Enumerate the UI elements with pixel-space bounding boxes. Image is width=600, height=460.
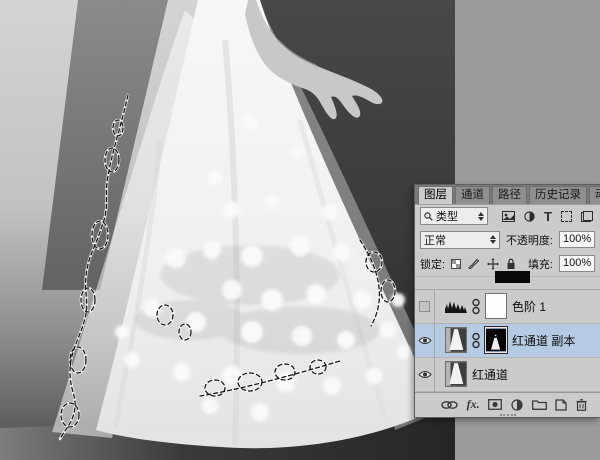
fill-label: 填充: <box>528 256 553 272</box>
search-icon <box>424 212 433 221</box>
photoshop-workspace: 图层 通道 路径 历史记录 动作 类型 <box>0 0 600 460</box>
opacity-input[interactable]: 100% <box>559 231 595 248</box>
lock-pixels-icon[interactable] <box>468 258 480 269</box>
levels-histogram-icon[interactable] <box>445 299 467 313</box>
link-layers-icon[interactable] <box>441 400 458 410</box>
filter-type-layers-icon[interactable]: T <box>544 211 552 222</box>
new-adjustment-layer-icon[interactable] <box>511 399 523 411</box>
select-arrows-icon <box>478 212 484 221</box>
tab-layers[interactable]: 图层 <box>418 186 453 204</box>
filter-pixel-layers-icon[interactable] <box>502 211 515 222</box>
layer-name[interactable]: 红通道 副本 <box>512 332 575 349</box>
opacity-label: 不透明度: <box>506 232 553 248</box>
layer-style-icon[interactable]: fx. <box>467 397 480 412</box>
layer-row-levels[interactable]: 色阶 1 <box>415 290 600 324</box>
delete-layer-icon[interactable] <box>576 399 587 411</box>
blend-mode-value: 正常 <box>424 232 446 248</box>
fill-input[interactable]: 100% <box>559 255 595 272</box>
black-swatch-bar <box>495 271 530 283</box>
filter-smart-objects-icon[interactable] <box>581 211 593 222</box>
new-group-icon[interactable] <box>532 399 547 410</box>
filter-type-label: 类型 <box>436 208 458 224</box>
visibility-off-checkbox-icon <box>419 301 430 312</box>
panel-tab-bar: 图层 通道 路径 历史记录 动作 <box>415 185 600 205</box>
layer-row-red-channel-copy[interactable]: 红通道 副本 <box>415 324 600 358</box>
layer-row-red-channel[interactable]: 红通道 <box>415 358 600 392</box>
visibility-toggle[interactable] <box>415 290 435 323</box>
tab-channels[interactable]: 通道 <box>455 186 490 204</box>
filter-adjustment-layers-icon[interactable] <box>524 211 535 222</box>
panel-resize-grip[interactable] <box>500 414 516 417</box>
add-mask-icon[interactable] <box>488 399 502 410</box>
filter-type-select[interactable]: 类型 <box>420 207 488 225</box>
filter-shape-layers-icon[interactable] <box>561 211 572 222</box>
lock-position-icon[interactable] <box>487 258 499 270</box>
tab-paths[interactable]: 路径 <box>492 186 527 204</box>
layer-mask-thumbnail[interactable] <box>485 327 507 353</box>
layers-panel: 图层 通道 路径 历史记录 动作 类型 <box>414 184 600 418</box>
tab-actions[interactable]: 动作 <box>589 186 600 204</box>
lock-all-icon[interactable] <box>506 258 516 270</box>
visibility-toggle[interactable] <box>415 324 435 357</box>
select-arrows-icon <box>490 235 496 244</box>
mask-link-icon[interactable] <box>472 298 480 315</box>
layer-mask-thumbnail[interactable] <box>485 293 507 319</box>
document-canvas[interactable] <box>0 0 455 460</box>
lock-label: 锁定: <box>420 256 445 272</box>
lock-transparency-icon[interactable] <box>451 259 461 269</box>
blend-mode-select[interactable]: 正常 <box>420 231 500 249</box>
panel-gap <box>415 277 600 289</box>
layers-list: 色阶 1 <box>415 289 600 392</box>
new-layer-icon[interactable] <box>555 399 567 411</box>
visibility-toggle[interactable] <box>415 358 435 391</box>
mask-link-icon[interactable] <box>472 332 480 349</box>
eye-icon <box>418 370 432 379</box>
layer-thumbnail[interactable] <box>445 327 467 353</box>
layer-thumbnail[interactable] <box>445 361 467 387</box>
layer-name[interactable]: 红通道 <box>472 366 508 383</box>
tab-history[interactable]: 历史记录 <box>529 186 587 204</box>
layer-name[interactable]: 色阶 1 <box>512 298 546 315</box>
panel-footer: fx. <box>415 392 600 417</box>
eye-icon <box>418 336 432 345</box>
